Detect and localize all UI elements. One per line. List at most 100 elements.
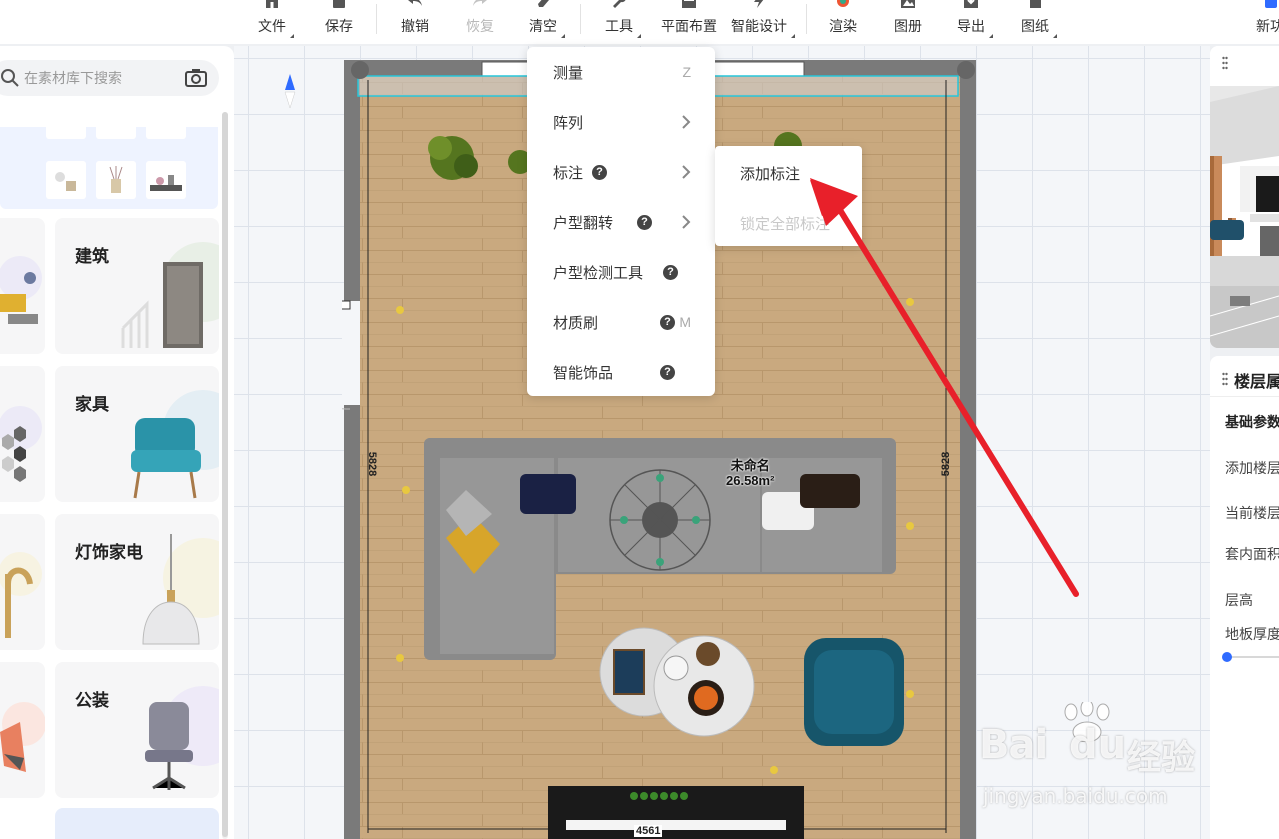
partial-category-card[interactable] [0,514,45,650]
menu-item-label: 阵列 [553,114,584,132]
menu-item-label: 标注 [553,164,584,182]
save-label: 保存 [325,18,353,34]
help-icon[interactable]: ? [663,264,678,280]
decor-thumbnail[interactable] [96,161,136,199]
toolbar-divider [376,4,377,34]
undo-label: 撤销 [401,18,429,34]
home-icon [266,0,278,8]
menu-item-material-brush[interactable]: 材质刷 ? M [527,297,715,347]
chevron-right-icon [682,215,691,229]
category-card-lighting[interactable]: 灯饰家电 [55,514,219,650]
new-feature-button[interactable]: 新功 [1254,0,1279,44]
partial-category-card[interactable] [0,662,45,798]
office-chair-icon [145,702,193,790]
eraser-icon [538,0,549,7]
decor-thumbnail[interactable] [146,127,186,139]
wrench-icon [613,0,626,8]
compass-icon[interactable] [284,74,296,108]
menu-item-smart-decor[interactable]: 智能饰品 ? [527,347,715,397]
tools-menu-button[interactable]: 工具 [603,0,641,44]
smart-design-button[interactable]: 智能设计 [729,0,795,44]
menu-item-label: 户型检测工具 [553,264,644,282]
door-leaf [241,300,351,310]
partial-category-card[interactable] [0,218,45,354]
decor-thumbnail[interactable] [46,127,86,139]
search-input[interactable] [24,70,174,86]
decor-thumbnail[interactable] [96,127,136,139]
sidebar-scrollbar-thumb[interactable] [222,112,228,837]
dark-cushion [800,474,860,508]
add-annotation-item[interactable]: 添加标注 [715,148,862,198]
dimension-bottom: 4561 [634,825,663,837]
lock-all-annotations-item[interactable]: 锁定全部标注 [715,198,862,248]
menu-item-annotation[interactable]: 标注 ? [527,147,715,197]
menu-item-label: 智能饰品 [553,364,614,382]
panel-divider [1210,396,1279,397]
redo-label: 恢复 [466,18,494,34]
add-floor-row[interactable]: 添加楼层 [1225,458,1279,478]
redo-icon [473,0,487,6]
thickness-slider-track[interactable] [1226,656,1279,658]
help-icon[interactable]: ? [592,164,607,180]
search-icon [1,69,19,87]
floorplan-icon [682,0,696,8]
dropdown-caret-icon [1053,34,1057,38]
file-menu-button[interactable]: 文件 [256,0,294,44]
shortcut-hint: Z [682,64,691,80]
preview-header [1234,52,1279,80]
drag-handle-icon[interactable] [1222,56,1228,70]
tools-label: 工具 [605,18,633,34]
export-label: 导出 [957,18,985,34]
3d-preview-panel[interactable] [1210,46,1279,348]
featured-decor-card[interactable] [0,127,218,209]
camera-icon[interactable] [185,69,207,87]
pendant-lamp-icon [142,534,200,645]
undo-icon [408,0,422,6]
chevron-right-icon [682,165,691,179]
category-card-more[interactable] [55,808,219,839]
help-icon[interactable]: ? [660,364,675,380]
vase-decor-icon [55,172,76,191]
clear-button[interactable]: 清空 [527,0,565,44]
faucet-icon [0,552,42,638]
room-label[interactable]: 未命名 26.58m² [726,458,774,488]
render-button[interactable]: 渲染 [827,0,859,44]
smart-design-label: 智能设计 [731,18,787,34]
decor-thumbnail[interactable] [146,161,186,199]
drawing-label: 图纸 [1021,18,1049,34]
watermark-url: jingyan.baidu.com [983,784,1168,808]
menu-item-flip-layout[interactable]: 户型翻转 ? [527,197,715,247]
clear-label: 清空 [529,18,557,34]
album-button[interactable]: 图册 [892,0,924,44]
menu-item-array[interactable]: 阵列 [527,97,715,147]
category-card-architecture[interactable]: 建筑 [55,218,219,354]
tray-decor-icon [150,175,182,191]
room-name: 未命名 [730,458,770,473]
category-card-commercial[interactable]: 公装 [55,662,219,798]
document-icon [1030,0,1041,8]
help-icon[interactable]: ? [660,314,675,330]
menu-item-label: 户型翻转 [553,214,614,232]
menu-item-measure[interactable]: 测量 Z [527,47,715,97]
category-label: 建筑 [75,247,109,266]
export-button[interactable]: 导出 [955,0,993,44]
toolbar-divider [580,4,581,34]
inner-area-row: 套内面积 [1225,546,1279,562]
menu-item-layout-check[interactable]: 户型检测工具 ? [527,247,715,297]
layout-label: 平面布置 [661,18,717,34]
redo-button[interactable]: 恢复 [464,0,496,44]
shortcut-hint: M [679,314,691,330]
decor-thumbnail[interactable] [46,161,86,199]
layout-button[interactable]: 平面布置 [659,0,719,44]
drawing-button[interactable]: 图纸 [1019,0,1057,44]
album-label: 图册 [894,18,922,34]
drag-handle-icon[interactable] [1222,372,1228,386]
undo-button[interactable]: 撤销 [399,0,431,44]
tools-dropdown-menu: 测量 Z 阵列 标注 ? 户型翻转 ? 户型检测工具 ? 材质刷 ? M 智能饰… [527,47,715,396]
partial-category-card[interactable] [0,366,45,502]
save-button[interactable]: 保存 [323,0,355,44]
thickness-slider-thumb[interactable] [1222,652,1232,662]
render-icon [837,0,849,7]
category-card-furniture[interactable]: 家具 [55,366,219,502]
help-icon[interactable]: ? [637,214,652,230]
